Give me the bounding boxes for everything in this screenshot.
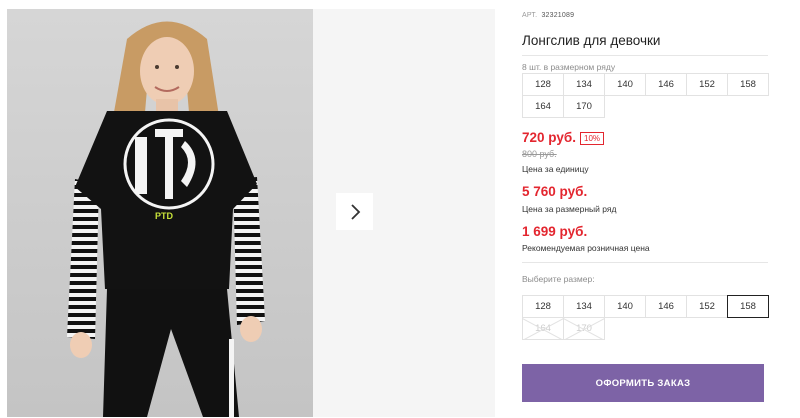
article-label: АРТ. bbox=[522, 12, 538, 19]
size-option-134[interactable]: 134 bbox=[563, 295, 605, 318]
retail-price: 1 699 руб. bbox=[522, 224, 588, 239]
size-select-label: Выберите размер: bbox=[522, 274, 595, 284]
pack-size-cell: 134 bbox=[563, 73, 605, 96]
next-image-button[interactable] bbox=[336, 193, 373, 230]
girl-in-longsleeve-image: PTD bbox=[7, 9, 313, 417]
pack-price: 5 760 руб. bbox=[522, 184, 588, 199]
size-option-152[interactable]: 152 bbox=[686, 295, 728, 318]
size-select-grid: 128 134 140 146 152 158 164 170 bbox=[522, 295, 769, 340]
pack-size-cell: 164 bbox=[522, 95, 564, 118]
size-option-146[interactable]: 146 bbox=[645, 295, 687, 318]
divider bbox=[522, 262, 768, 263]
article-number: АРТ. 32321089 bbox=[522, 12, 574, 19]
product-title: Лонгслив для девочки bbox=[522, 33, 661, 48]
svg-text:PTD: PTD bbox=[155, 211, 174, 221]
pack-size-cell: 140 bbox=[604, 73, 646, 96]
chevron-right-icon bbox=[350, 203, 360, 220]
unit-price-caption: Цена за единицу bbox=[522, 164, 589, 174]
pack-size-cell: 170 bbox=[563, 95, 605, 118]
divider bbox=[522, 55, 768, 56]
old-price: 800 руб. bbox=[522, 149, 557, 159]
pack-size-grid: 128 134 140 146 152 158 164 170 bbox=[522, 73, 769, 118]
checkout-button[interactable]: ОФОРМИТЬ ЗАКАЗ bbox=[522, 364, 764, 402]
size-option-140[interactable]: 140 bbox=[604, 295, 646, 318]
article-value: 32321089 bbox=[541, 12, 575, 19]
pack-label: 8 шт. в размерном ряду bbox=[522, 62, 616, 72]
retail-price-caption: Рекомендуемая розничная цена bbox=[522, 243, 650, 253]
size-option-128[interactable]: 128 bbox=[522, 295, 564, 318]
product-photo[interactable]: PTD bbox=[7, 9, 313, 417]
pack-size-cell: 152 bbox=[686, 73, 728, 96]
pack-size-cell: 158 bbox=[727, 73, 769, 96]
size-option-158[interactable]: 158 bbox=[727, 295, 769, 318]
product-gallery: PTD bbox=[7, 9, 495, 417]
pack-size-cell: 146 bbox=[645, 73, 687, 96]
pack-price-caption: Цена за размерный ряд bbox=[522, 204, 617, 214]
discount-badge: 10% bbox=[580, 132, 605, 145]
pack-size-cell: 128 bbox=[522, 73, 564, 96]
unit-price: 720 руб. bbox=[522, 130, 576, 145]
size-option-164: 164 bbox=[522, 317, 564, 340]
size-option-170: 170 bbox=[563, 317, 605, 340]
